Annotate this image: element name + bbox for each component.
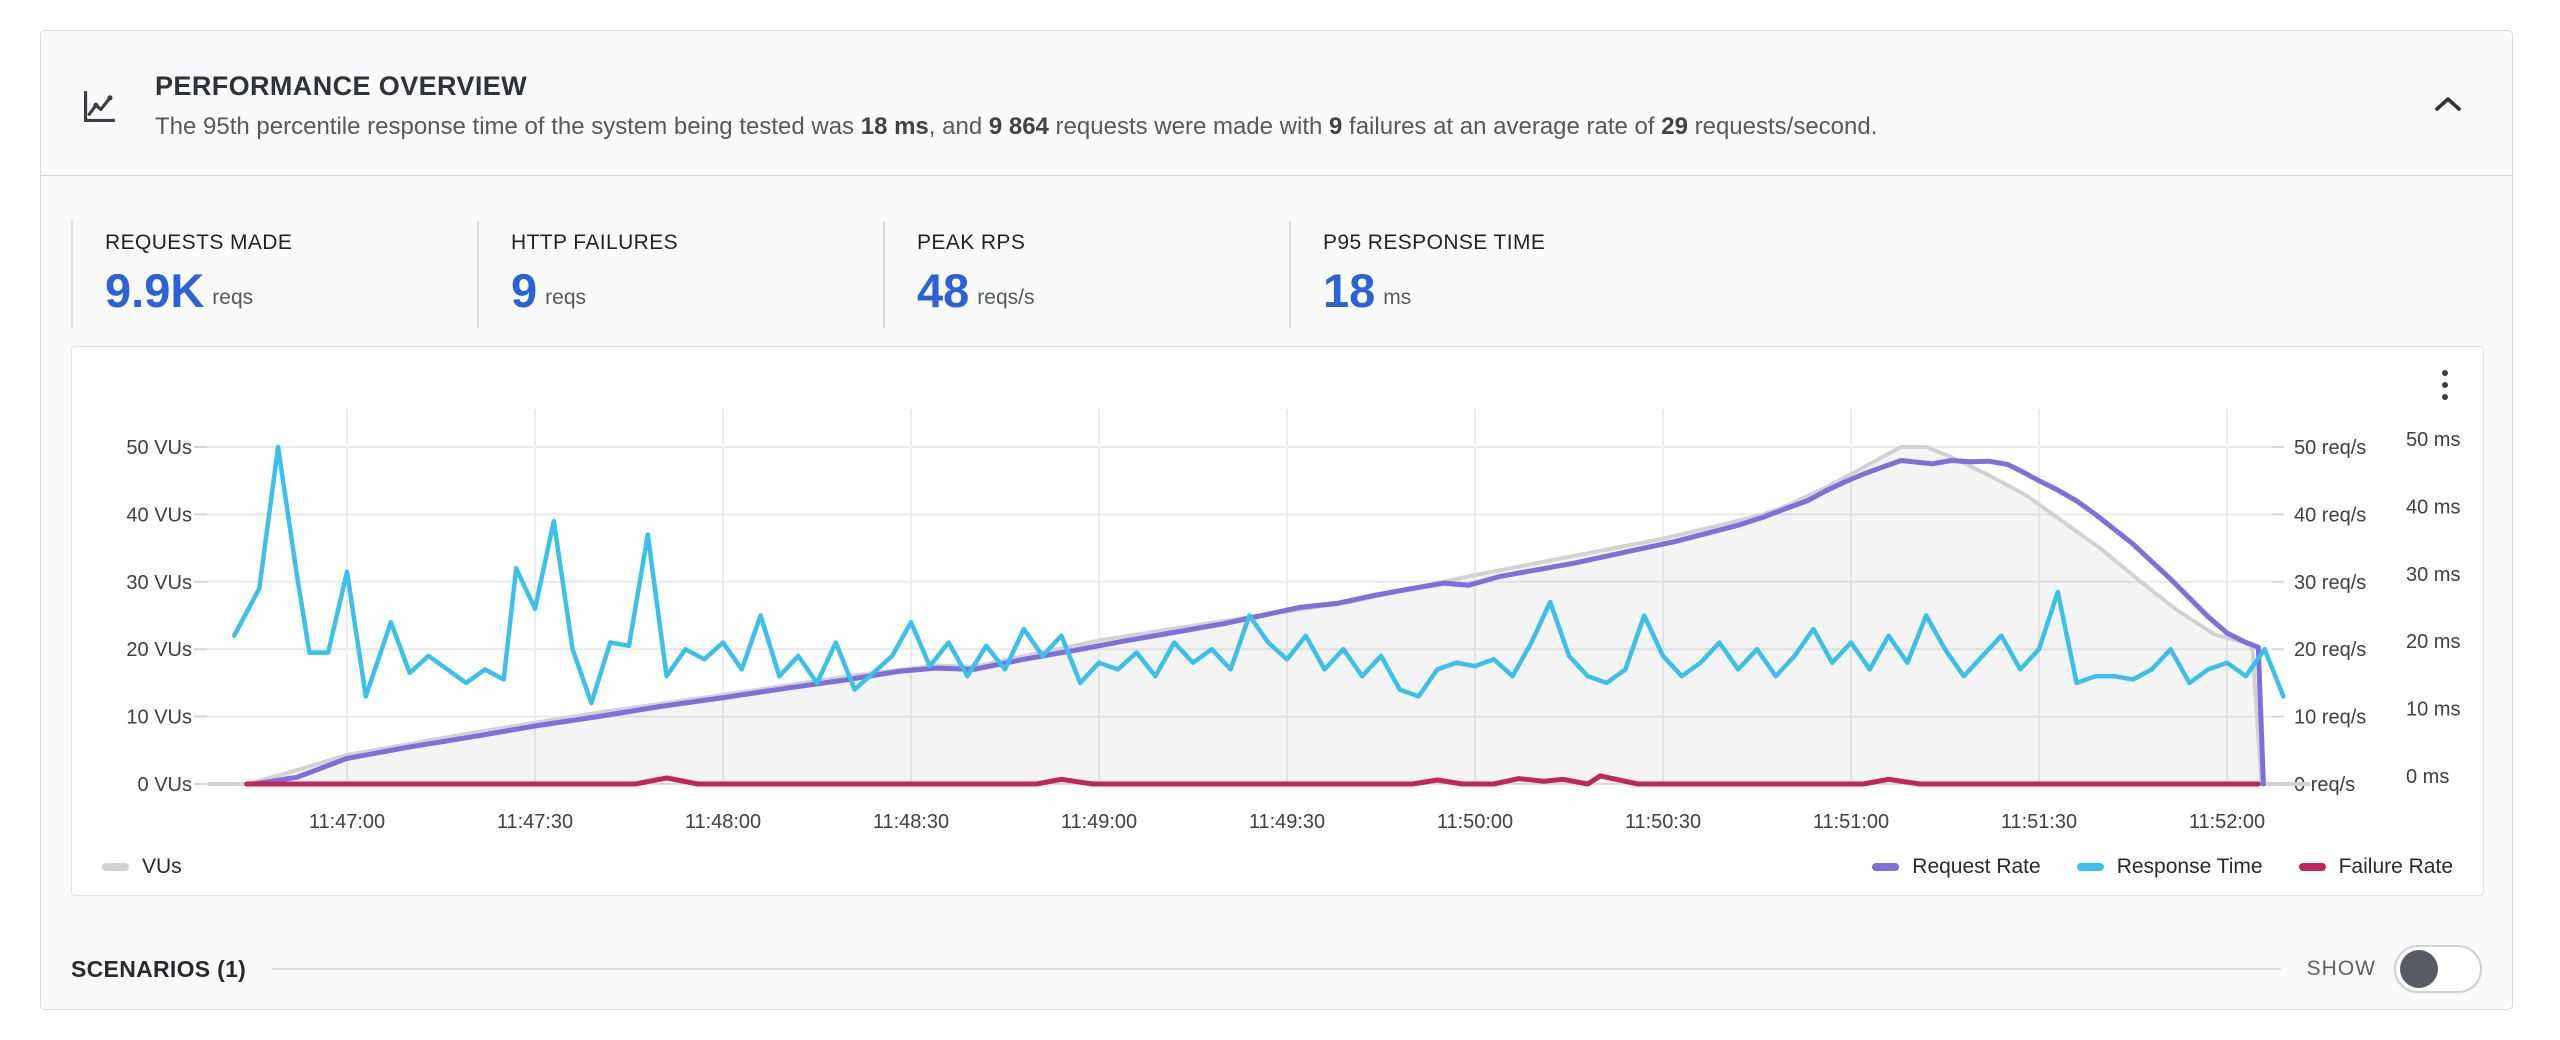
svg-text:30 ms: 30 ms [2406,564,2460,586]
card-header: PERFORMANCE OVERVIEW The 95th percentile… [41,31,2512,176]
legend-left-group: VUs [102,855,182,879]
stat-unit: ms [1383,286,1411,314]
svg-text:11:49:30: 11:49:30 [1249,811,1325,833]
stat-peak-rps: PEAK RPS 48 reqs/s [883,221,1289,328]
legend-item-failure-rate[interactable]: Failure Rate [2299,855,2453,879]
response-time-swatch [2077,863,2104,871]
chevron-up-icon [2434,96,2462,115]
svg-text:11:52:00: 11:52:00 [2189,811,2265,833]
svg-text:10 req/s: 10 req/s [2294,707,2366,729]
svg-text:20 ms: 20 ms [2406,631,2460,653]
stat-http-failures: HTTP FAILURES 9 reqs [477,221,883,328]
show-scenarios-toggle[interactable] [2394,945,2482,993]
svg-text:20 req/s: 20 req/s [2294,639,2366,661]
page-title: PERFORMANCE OVERVIEW [155,71,1877,102]
svg-text:30 VUs: 30 VUs [126,572,192,594]
stat-unit: reqs [212,286,253,314]
chart-legend: VUs Request Rate Response Time Failure R… [102,855,2453,879]
scenarios-label: SCENARIOS (1) [71,956,246,983]
vus-swatch [102,863,129,871]
svg-text:20 VUs: 20 VUs [126,639,192,661]
summary-text: The 95th percentile response time of the… [155,113,1877,141]
legend-right-group: Request Rate Response Time Failure Rate [1872,855,2453,879]
stat-value: 9 [511,269,537,314]
stat-value: 48 [917,269,969,314]
stat-label: PEAK RPS [917,231,1279,255]
stats-row: REQUESTS MADE 9.9K reqs HTTP FAILURES 9 … [71,221,1695,328]
svg-text:40 VUs: 40 VUs [126,504,192,526]
svg-text:40 ms: 40 ms [2406,496,2460,518]
legend-item-vus[interactable]: VUs [102,855,182,879]
legend-item-request-rate[interactable]: Request Rate [1872,855,2040,879]
show-label: SHOW [2307,957,2376,981]
scenarios-row: SCENARIOS (1) SHOW [71,939,2482,999]
svg-text:11:47:00: 11:47:00 [309,811,385,833]
svg-text:11:49:00: 11:49:00 [1061,811,1137,833]
stat-value: 18 [1323,269,1375,314]
svg-text:11:51:30: 11:51:30 [2001,811,2077,833]
svg-text:50 req/s: 50 req/s [2294,437,2366,459]
svg-text:10 ms: 10 ms [2406,699,2460,721]
svg-text:0 VUs: 0 VUs [138,774,192,796]
toggle-knob [2400,950,2438,988]
stat-unit: reqs [545,286,586,314]
svg-text:50 ms: 50 ms [2406,429,2460,451]
svg-text:0 ms: 0 ms [2406,766,2449,788]
performance-chart[interactable]: 0 VUs0 req/s0 ms10 VUs10 req/s10 ms20 VU… [72,347,2485,897]
svg-text:10 VUs: 10 VUs [126,707,192,729]
svg-text:30 req/s: 30 req/s [2294,572,2366,594]
chart-menu-button[interactable] [2427,365,2463,405]
performance-chart-panel: 0 VUs0 req/s0 ms10 VUs10 req/s10 ms20 VU… [71,346,2484,896]
request-rate-swatch [1872,863,1899,871]
stat-label: P95 RESPONSE TIME [1323,231,1685,255]
collapse-panel-button[interactable] [2426,83,2470,127]
chart-line-icon [77,85,121,134]
kebab-vertical-icon [2442,370,2448,400]
svg-text:40 req/s: 40 req/s [2294,504,2366,526]
svg-text:11:48:00: 11:48:00 [685,811,761,833]
stat-requests-made: REQUESTS MADE 9.9K reqs [71,221,477,328]
svg-text:11:50:30: 11:50:30 [1625,811,1701,833]
stat-value: 9.9K [105,269,204,314]
svg-text:11:48:30: 11:48:30 [873,811,949,833]
svg-text:50 VUs: 50 VUs [126,437,192,459]
stat-unit: reqs/s [977,286,1034,314]
svg-text:11:47:30: 11:47:30 [497,811,573,833]
svg-text:11:50:00: 11:50:00 [1437,811,1513,833]
stat-p95-response-time: P95 RESPONSE TIME 18 ms [1289,221,1695,328]
stat-label: REQUESTS MADE [105,231,467,255]
performance-overview-card: PERFORMANCE OVERVIEW The 95th percentile… [40,30,2513,1010]
stat-label: HTTP FAILURES [511,231,873,255]
divider [272,968,2281,970]
legend-item-response-time[interactable]: Response Time [2077,855,2263,879]
failure-rate-swatch [2299,863,2326,871]
svg-text:11:51:00: 11:51:00 [1813,811,1889,833]
